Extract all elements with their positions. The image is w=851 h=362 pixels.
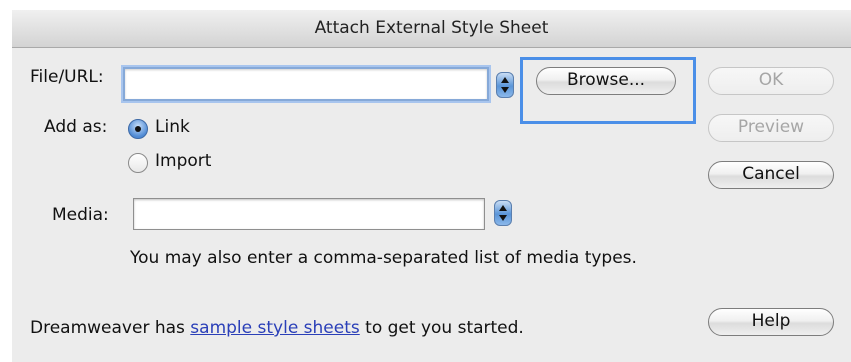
- file-url-input[interactable]: [123, 67, 489, 101]
- add-as-label: Add as:: [44, 117, 108, 137]
- browse-button[interactable]: Browse...: [536, 67, 676, 95]
- ok-button[interactable]: OK: [708, 67, 834, 95]
- up-down-arrows-icon: [501, 77, 509, 93]
- radio-link-label[interactable]: Link: [155, 117, 190, 137]
- media-input[interactable]: [133, 198, 485, 230]
- title-bar[interactable]: Attach External Style Sheet: [12, 10, 851, 48]
- media-hint-text: You may also enter a comma-separated lis…: [130, 248, 637, 268]
- dialog-title: Attach External Style Sheet: [314, 18, 549, 38]
- radio-import[interactable]: [128, 153, 148, 173]
- cancel-button[interactable]: Cancel: [708, 161, 834, 189]
- footer-suffix: to get you started.: [359, 318, 524, 338]
- file-url-label: File/URL:: [30, 67, 104, 87]
- media-stepper[interactable]: [494, 200, 512, 226]
- attach-style-sheet-dialog: Attach External Style Sheet File/URL: Br…: [12, 10, 851, 362]
- preview-button[interactable]: Preview: [708, 114, 834, 142]
- media-label: Media:: [52, 205, 109, 225]
- footer-prefix: Dreamweaver has: [30, 318, 191, 338]
- help-button[interactable]: Help: [708, 308, 834, 336]
- footer-text: Dreamweaver has sample style sheets to g…: [30, 318, 524, 338]
- sample-style-sheets-link[interactable]: sample style sheets: [190, 318, 359, 338]
- screen: Attach External Style Sheet File/URL: Br…: [0, 0, 851, 362]
- radio-import-label[interactable]: Import: [155, 151, 211, 171]
- up-down-arrows-icon: [499, 205, 507, 221]
- radio-link[interactable]: [128, 119, 148, 139]
- file-url-stepper[interactable]: [496, 72, 514, 98]
